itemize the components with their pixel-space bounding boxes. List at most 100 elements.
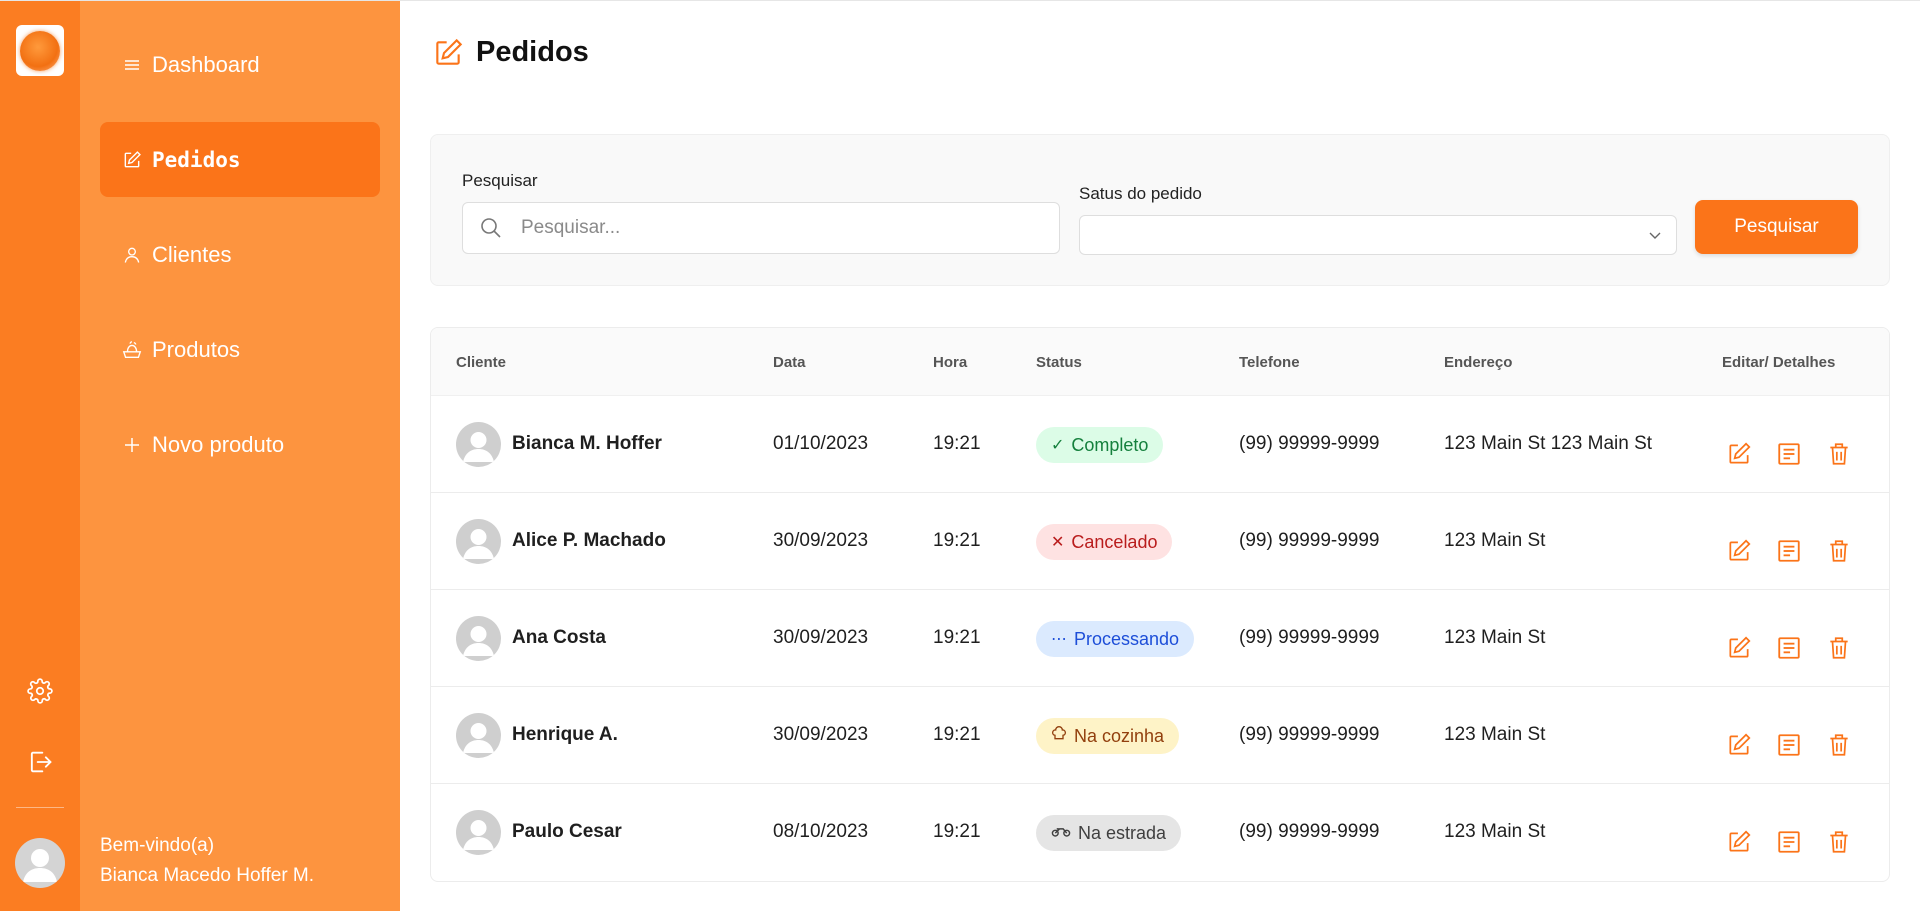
search-button[interactable]: Pesquisar bbox=[1695, 200, 1858, 254]
details-icon bbox=[1778, 831, 1800, 853]
sidebar-item-clientes[interactable]: Clientes bbox=[100, 217, 380, 292]
welcome-text: Bem-vindo(a) bbox=[100, 835, 215, 856]
cell-cliente: Henrique A. bbox=[512, 724, 618, 745]
page-header: Pedidos bbox=[432, 36, 589, 69]
header-cliente[interactable]: Cliente bbox=[456, 354, 506, 371]
cell-data: 30/09/2023 bbox=[773, 530, 869, 551]
avatar-icon bbox=[463, 723, 494, 753]
search-field[interactable] bbox=[462, 202, 1060, 254]
cell-endereco: 123 Main St bbox=[1444, 724, 1546, 745]
details-button[interactable] bbox=[1772, 534, 1806, 568]
edit-icon bbox=[432, 37, 464, 69]
chef-hat-icon bbox=[1051, 725, 1067, 747]
rail-divider bbox=[16, 807, 64, 808]
trash-icon bbox=[1830, 540, 1848, 562]
search-label: Pesquisar bbox=[462, 171, 538, 190]
details-button[interactable] bbox=[1772, 631, 1806, 665]
details-icon bbox=[1778, 443, 1800, 465]
avatar-icon bbox=[23, 849, 57, 882]
header-data[interactable]: Data bbox=[773, 354, 806, 371]
cell-hora: 19:21 bbox=[933, 821, 981, 842]
motorcycle-icon bbox=[1051, 823, 1071, 844]
app-logo[interactable] bbox=[16, 25, 64, 76]
cell-telefone: (99) 99999-9999 bbox=[1239, 627, 1380, 648]
sidebar: Dashboard Pedidos Clientes Produtos Novo bbox=[80, 1, 400, 911]
cell-cliente: Alice P. Machado bbox=[512, 530, 666, 551]
edit-button[interactable] bbox=[1722, 534, 1756, 568]
status-text: Completo bbox=[1071, 434, 1149, 455]
sidebar-item-novo-produto[interactable]: Novo produto bbox=[100, 407, 380, 482]
sidebar-item-label: Clientes bbox=[152, 241, 232, 267]
settings-button[interactable] bbox=[22, 673, 58, 709]
cell-endereco: 123 Main St bbox=[1444, 821, 1546, 842]
sidebar-item-produtos[interactable]: Produtos bbox=[100, 312, 380, 387]
details-button[interactable] bbox=[1772, 728, 1806, 762]
status-icon: ⋯ bbox=[1051, 631, 1067, 648]
table-row[interactable]: Paulo Cesar 08/10/2023 19:21 Na estrada … bbox=[431, 784, 1889, 881]
status-badge: Na estrada bbox=[1036, 815, 1182, 851]
status-text: Na estrada bbox=[1078, 822, 1167, 843]
sidebar-item-label: Pedidos bbox=[152, 147, 241, 172]
table-row[interactable]: Henrique A. 30/09/2023 19:21 Na cozinha … bbox=[431, 687, 1889, 784]
edit-icon bbox=[1729, 733, 1751, 755]
edit-icon bbox=[1729, 830, 1751, 852]
delete-button[interactable] bbox=[1822, 534, 1856, 568]
cell-data: 08/10/2023 bbox=[773, 821, 869, 842]
cell-data: 30/09/2023 bbox=[773, 724, 869, 745]
plus-icon bbox=[120, 433, 144, 457]
edit-button[interactable] bbox=[1722, 728, 1756, 762]
cell-hora: 19:21 bbox=[933, 724, 981, 745]
cell-hora: 19:21 bbox=[933, 627, 981, 648]
details-button[interactable] bbox=[1772, 437, 1806, 471]
sidebar-item-label: Dashboard bbox=[152, 51, 260, 77]
sidebar-item-pedidos[interactable]: Pedidos bbox=[100, 122, 380, 197]
cell-telefone: (99) 99999-9999 bbox=[1239, 530, 1380, 551]
cell-telefone: (99) 99999-9999 bbox=[1239, 821, 1380, 842]
edit-button[interactable] bbox=[1722, 631, 1756, 665]
cell-data: 30/09/2023 bbox=[773, 627, 869, 648]
edit-icon bbox=[1729, 636, 1751, 658]
delete-button[interactable] bbox=[1822, 728, 1856, 762]
orders-table: Cliente Data Hora Status Telefone Endere… bbox=[430, 327, 1890, 882]
details-button[interactable] bbox=[1772, 825, 1806, 859]
header-telefone[interactable]: Telefone bbox=[1239, 354, 1300, 371]
cell-cliente: Paulo Cesar bbox=[512, 821, 622, 842]
row-actions bbox=[1722, 825, 1856, 859]
delete-button[interactable] bbox=[1822, 825, 1856, 859]
table-row[interactable]: Bianca M. Hoffer 01/10/2023 19:21 ✓ Comp… bbox=[431, 396, 1889, 493]
cell-telefone: (99) 99999-9999 bbox=[1239, 724, 1380, 745]
client-avatar bbox=[456, 519, 501, 564]
food-icon bbox=[120, 338, 144, 362]
delete-button[interactable] bbox=[1822, 437, 1856, 471]
menu-icon bbox=[120, 53, 144, 77]
trash-icon bbox=[1830, 637, 1848, 659]
logout-button[interactable] bbox=[22, 744, 58, 780]
table-header: Cliente Data Hora Status Telefone Endere… bbox=[431, 328, 1889, 396]
cell-endereco: 123 Main St bbox=[1444, 627, 1546, 648]
row-actions bbox=[1722, 631, 1856, 665]
user-name: Bianca Macedo Hoffer M. bbox=[100, 865, 315, 886]
status-badge: ✓ Completo bbox=[1036, 427, 1164, 463]
header-endereco[interactable]: Endereço bbox=[1444, 354, 1512, 371]
user-avatar[interactable] bbox=[15, 838, 65, 888]
sidebar-item-dashboard[interactable]: Dashboard bbox=[100, 27, 380, 102]
chevron-down-icon bbox=[1649, 232, 1661, 239]
gear-icon bbox=[27, 678, 53, 704]
search-icon bbox=[479, 216, 503, 240]
sidebar-item-label: Produtos bbox=[152, 336, 241, 362]
status-text: Na cozinha bbox=[1074, 725, 1165, 746]
status-select[interactable] bbox=[1079, 215, 1677, 255]
table-row[interactable]: Alice P. Machado 30/09/2023 19:21 ✕ Canc… bbox=[431, 493, 1889, 590]
table-row[interactable]: Ana Costa 30/09/2023 19:21 ⋯ Processando… bbox=[431, 590, 1889, 687]
edit-button[interactable] bbox=[1722, 825, 1756, 859]
avatar-icon bbox=[463, 432, 494, 462]
search-input[interactable] bbox=[521, 217, 1041, 239]
header-acoes: Editar/ Detalhes bbox=[1722, 354, 1836, 371]
edit-button[interactable] bbox=[1722, 437, 1756, 471]
header-status[interactable]: Status bbox=[1036, 354, 1082, 371]
edit-icon bbox=[1729, 539, 1751, 561]
status-badge: ⋯ Processando bbox=[1036, 621, 1195, 657]
header-hora[interactable]: Hora bbox=[933, 354, 967, 371]
details-icon bbox=[1778, 734, 1800, 756]
delete-button[interactable] bbox=[1822, 631, 1856, 665]
